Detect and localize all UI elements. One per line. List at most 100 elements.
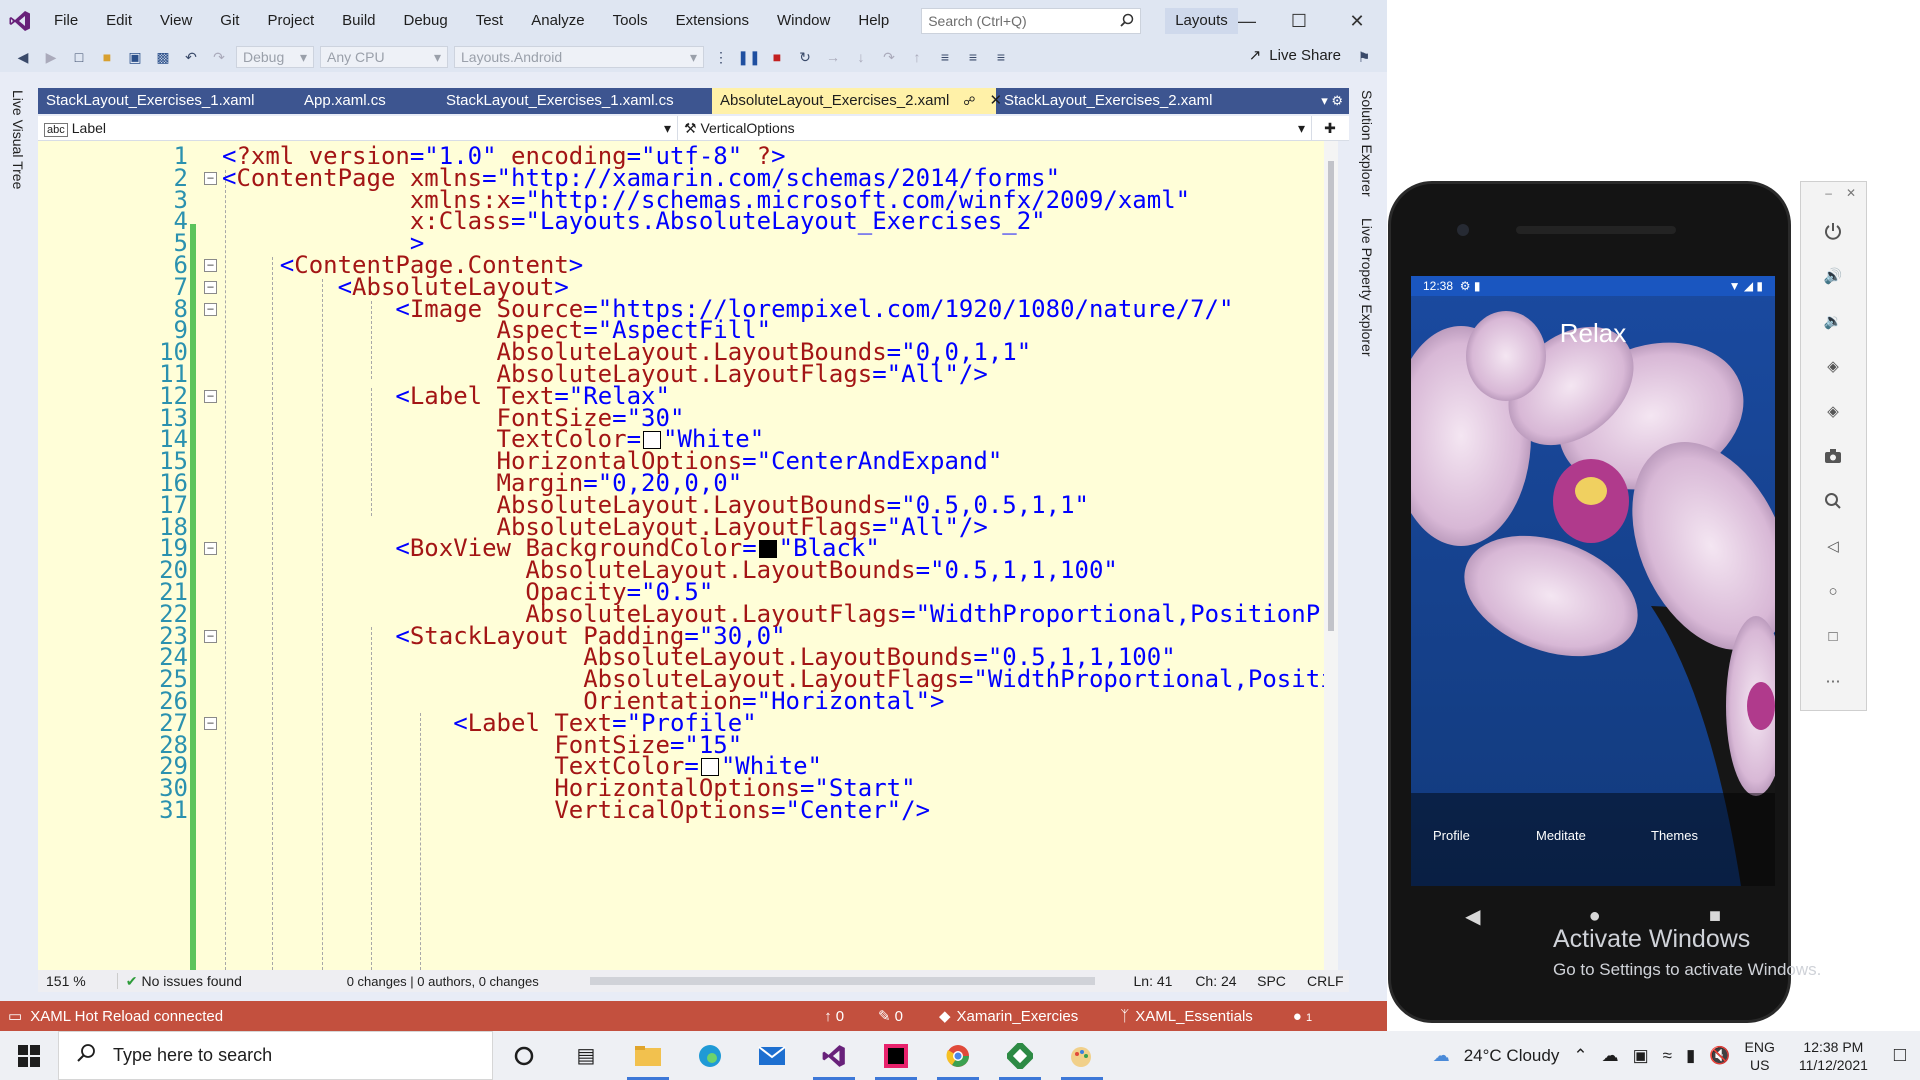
step-over-icon[interactable]: ↷ — [878, 46, 900, 68]
menu-tools[interactable]: Tools — [599, 0, 662, 42]
step-into-icon[interactable]: ↓ — [850, 46, 872, 68]
more-icon[interactable]: ⋯ — [1813, 662, 1853, 700]
redo-icon[interactable]: ↷ — [208, 46, 230, 68]
camera-icon[interactable] — [1813, 437, 1853, 475]
visual-studio-logo-icon[interactable] — [0, 0, 40, 42]
network-wifi-icon[interactable]: ≈ — [1663, 1046, 1672, 1066]
cortana-icon[interactable] — [493, 1031, 555, 1080]
uncomment-icon[interactable]: ≡ — [962, 46, 984, 68]
menu-window[interactable]: Window — [763, 0, 844, 42]
clock[interactable]: 12:38 PM 11/12/2021 — [1799, 1038, 1868, 1074]
undo-icon[interactable]: ↶ — [180, 46, 202, 68]
split-editor-icon[interactable]: ✚ — [1312, 116, 1348, 140]
collapse-toggle-icon[interactable]: − — [204, 302, 217, 316]
meditate-label[interactable]: Meditate — [1536, 828, 1586, 843]
notification-bell-icon[interactable]: ● 1 — [1293, 1008, 1312, 1025]
save-all-icon[interactable]: ▩ — [152, 46, 174, 68]
menu-edit[interactable]: Edit — [92, 0, 146, 42]
new-project-icon[interactable]: □ — [68, 46, 90, 68]
maximize-icon[interactable]: ☐ — [1270, 0, 1328, 42]
mail-icon[interactable] — [741, 1031, 803, 1080]
live-share-button[interactable]: ↗ Live Share — [1249, 46, 1341, 65]
rotate-left-icon[interactable]: ◈ — [1813, 347, 1853, 385]
line-ending-indicator[interactable]: CRLF — [1299, 973, 1349, 989]
tab-stacklayout-exercises-2-xaml[interactable]: StackLayout_Exercises_2.xaml — [996, 88, 1256, 114]
whitespace-indicator[interactable]: SPC — [1249, 973, 1299, 989]
output-icon[interactable]: ▭ — [0, 1007, 30, 1025]
weather-cloud-icon[interactable]: ☁ — [1433, 1046, 1450, 1066]
power-icon[interactable] — [1813, 212, 1853, 250]
weather-text[interactable]: 24°C Cloudy — [1464, 1046, 1560, 1066]
vertical-scrollbar[interactable] — [1324, 141, 1338, 970]
rotate-right-icon[interactable]: ◈ — [1813, 392, 1853, 430]
menu-project[interactable]: Project — [253, 0, 328, 42]
chrome-icon[interactable] — [927, 1031, 989, 1080]
collapse-toggle-icon[interactable]: − — [204, 171, 217, 185]
taskbar-search-box[interactable]: Type here to search — [58, 1031, 493, 1080]
minimize-icon[interactable]: — — [1218, 0, 1276, 42]
collapse-toggle-icon[interactable]: − — [204, 259, 217, 272]
code-editor[interactable]: 1 <?xml version="1.0" encoding="utf-8" ?>… — [38, 141, 1324, 970]
collapse-toggle-icon[interactable]: − — [204, 629, 217, 643]
menu-file[interactable]: File — [40, 0, 92, 42]
member-dropdown[interactable]: ⚒ VerticalOptions ▾ — [678, 116, 1312, 140]
startup-project-dropdown[interactable]: Layouts.Android ▾ — [454, 46, 704, 68]
zoom-dropdown[interactable]: 151 % — [38, 973, 118, 989]
home-icon[interactable]: ○ — [1813, 572, 1853, 610]
forward-icon[interactable]: ▶ — [40, 46, 62, 68]
menu-build[interactable]: Build — [328, 0, 389, 42]
code-lens-changes[interactable]: 0 changes | 0 authors, 0 changes — [339, 974, 558, 989]
app-tray-icon[interactable]: ▣ — [1633, 1046, 1649, 1066]
visual-studio-taskbar-icon[interactable] — [803, 1031, 865, 1080]
branch-name[interactable]: XAML_Essentials — [1135, 1008, 1293, 1025]
code-line[interactable]: 31 VerticalOptions="Center"/> — [38, 797, 1324, 823]
menu-extensions[interactable]: Extensions — [662, 0, 763, 42]
close-icon[interactable]: ✕ — [1846, 186, 1856, 200]
notifications-icon[interactable]: □ — [1894, 1044, 1906, 1067]
paint-icon[interactable] — [1051, 1031, 1113, 1080]
feedback-icon[interactable]: ⚑ — [1353, 46, 1375, 68]
tab-absolutelayout-exercises-2-xaml[interactable]: AbsoluteLayout_Exercises_2.xaml ☍ ✕ — [712, 88, 1002, 114]
comment-icon[interactable]: ≡ — [934, 46, 956, 68]
save-icon[interactable]: ▣ — [124, 46, 146, 68]
stop-icon[interactable]: ■ — [766, 46, 788, 68]
tab-stacklayout-exercises-1-xaml-cs[interactable]: StackLayout_Exercises_1.xaml.cs — [438, 88, 712, 114]
collapse-toggle-icon[interactable]: − — [204, 389, 217, 403]
step-out-icon[interactable]: ↑ — [906, 46, 928, 68]
back-icon[interactable]: ◁ — [1813, 527, 1853, 565]
overview-icon[interactable]: □ — [1813, 617, 1853, 655]
unpushed-count[interactable]: 0 — [836, 1008, 874, 1025]
collapse-toggle-icon[interactable]: − — [204, 716, 217, 730]
back-triangle-icon[interactable]: ◀ — [1465, 904, 1480, 929]
menu-git[interactable]: Git — [206, 0, 253, 42]
indent-icon[interactable]: ≡ — [990, 46, 1012, 68]
scrollbar-thumb[interactable] — [1328, 161, 1334, 631]
windows-start-icon[interactable] — [0, 1031, 58, 1080]
element-dropdown[interactable]: abc Label ▾ — [38, 116, 678, 140]
menu-debug[interactable]: Debug — [390, 0, 462, 42]
pending-changes-count[interactable]: 0 — [895, 1008, 933, 1025]
live-visual-tree-tab[interactable]: Live Visual Tree — [10, 90, 26, 189]
battery-icon[interactable]: ▮ — [1686, 1046, 1695, 1066]
menu-test[interactable]: Test — [462, 0, 518, 42]
horizontal-scrollbar-thumb[interactable] — [590, 977, 1095, 985]
live-property-explorer-tab[interactable]: Live Property Explorer — [1359, 218, 1375, 357]
menu-view[interactable]: View — [146, 0, 206, 42]
themes-label[interactable]: Themes — [1651, 828, 1698, 843]
minimize-icon[interactable]: – — [1825, 186, 1832, 200]
tab-app-xaml-cs[interactable]: App.xaml.cs — [296, 88, 438, 114]
volume-mute-icon[interactable]: 🔇 — [1709, 1046, 1730, 1066]
task-view-icon[interactable]: ▤ — [555, 1031, 617, 1080]
back-icon[interactable]: ◀ — [12, 46, 34, 68]
phone-screen[interactable]: 12:38 ⚙ ▮ ▼ ◢ ▮ Relax Profile Meditate T… — [1411, 276, 1775, 886]
platform-dropdown[interactable]: Any CPU ▾ — [320, 46, 448, 68]
volume-down-icon[interactable]: 🔉 — [1813, 302, 1853, 340]
open-folder-icon[interactable]: ■ — [96, 46, 118, 68]
configuration-dropdown[interactable]: Debug ▾ — [236, 46, 314, 68]
menu-analyze[interactable]: Analyze — [517, 0, 598, 42]
repository-name[interactable]: Xamarin_Exercies — [957, 1008, 1115, 1025]
search-input[interactable]: Search (Ctrl+Q) — [921, 8, 1142, 34]
collapse-toggle-icon[interactable]: − — [204, 542, 217, 556]
hot-reload-status[interactable]: XAML Hot Reload connected — [30, 1008, 820, 1025]
tab-stacklayout-exercises-1-xaml[interactable]: StackLayout_Exercises_1.xaml — [38, 88, 296, 114]
